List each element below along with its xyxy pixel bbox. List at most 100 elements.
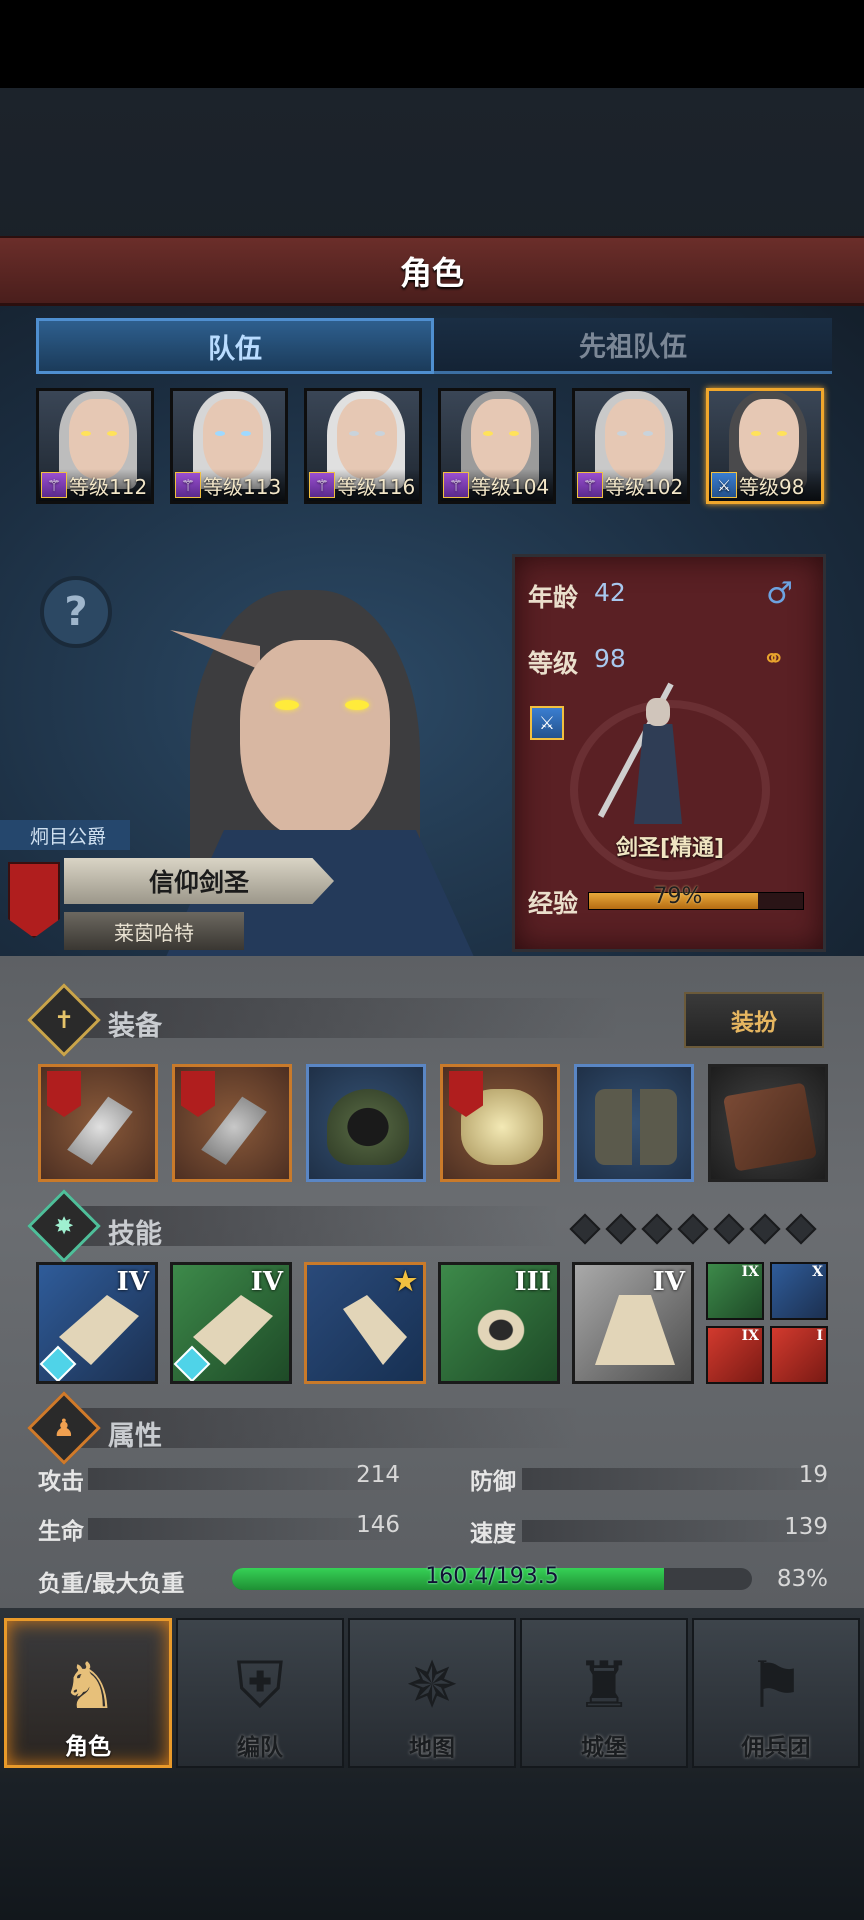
mercenary-icon: ⚑ [747, 1649, 805, 1723]
staff-icon: ⚚ [577, 472, 603, 498]
page-title: 角色 [399, 253, 464, 292]
equipment-label: 装备 [108, 1011, 162, 1042]
nav-character[interactable]: ♞ 角色 [4, 1618, 172, 1768]
wedding-rings-icon[interactable]: ⚭ [762, 642, 785, 675]
defense-label: 防御 [470, 1469, 516, 1495]
eye [215, 431, 225, 436]
nav-label: 角色 [65, 1734, 111, 1760]
passive-skill[interactable]: IX [706, 1326, 764, 1384]
eye [777, 431, 787, 436]
skill-rank: IV [652, 1267, 685, 1297]
roster-portrait[interactable]: ⚚ 等级102 [572, 388, 690, 504]
hero-name: 莱茵哈特 [64, 912, 244, 950]
hood-icon [327, 1089, 409, 1165]
skill-slot[interactable]: ★ [304, 1262, 426, 1384]
equip-slot-weapon[interactable] [172, 1064, 292, 1182]
status-bar [0, 0, 864, 88]
male-icon: ♂ [766, 576, 793, 611]
age-label: 年龄 [528, 583, 579, 612]
face [203, 399, 263, 479]
skill-rank: X [812, 1264, 823, 1280]
face [69, 399, 129, 479]
hero-class-title: 信仰剑圣 [64, 858, 334, 904]
roster-portrait[interactable]: ⚚ 等级113 [170, 388, 288, 504]
roster-level: ⚚ 等级104 [441, 469, 553, 501]
star-icon: ★ [393, 1267, 417, 1297]
nav-formation[interactable]: ⛨ 编队 [176, 1618, 344, 1768]
nav-label: 佣兵团 [741, 1735, 811, 1761]
class-name: 剑圣[精通] [615, 836, 725, 861]
sword-skill-icon [343, 1295, 407, 1365]
compass-icon: ✵ [405, 1649, 459, 1723]
eye [81, 431, 91, 436]
roster-level: ⚚ 等级116 [307, 469, 419, 501]
dress-up-button[interactable]: 装扮 [684, 992, 824, 1048]
nav-label: 地图 [409, 1735, 455, 1761]
skill-slot[interactable]: III [438, 1262, 560, 1384]
figure-head [646, 698, 670, 726]
skill-rank: IV [116, 1267, 149, 1297]
roster-level-text: 等级102 [605, 474, 684, 499]
passive-skill[interactable]: X [770, 1262, 828, 1320]
age-value: 42 [594, 578, 626, 607]
eye [751, 431, 761, 436]
skill-slot[interactable]: IV [572, 1262, 694, 1384]
tab-ancestor-team[interactable]: 先祖队伍 [434, 318, 832, 374]
tab-team[interactable]: 队伍 [36, 318, 434, 374]
attack-value: 214 [356, 1462, 400, 1488]
attack-label: 攻击 [38, 1469, 84, 1495]
sword-icon: ⚔ [530, 706, 564, 740]
eye [241, 431, 251, 436]
roster-level: ⚚ 等级102 [575, 469, 687, 501]
gem-icon [173, 1345, 211, 1381]
formation-icon: ⛨ [236, 1649, 284, 1723]
equip-slot-head[interactable] [306, 1064, 426, 1182]
eye [509, 431, 519, 436]
boots-icon [595, 1089, 677, 1165]
speed-value: 139 [784, 1514, 828, 1540]
level-value: 98 [594, 644, 626, 673]
crystal-skill-icon [595, 1295, 675, 1365]
nav-map[interactable]: ✵ 地图 [348, 1618, 516, 1768]
roster-level-text: 等级112 [69, 474, 148, 499]
gem-icon [39, 1345, 77, 1381]
weight-label: 负重/最大负重 [38, 1571, 185, 1597]
passive-skill[interactable]: IX [706, 1262, 764, 1320]
sweep-skill-icon [193, 1295, 273, 1365]
face [605, 399, 665, 479]
tome-icon [723, 1082, 817, 1172]
class-figure [597, 682, 688, 830]
nav-mercenary[interactable]: ⚑ 佣兵团 [692, 1618, 860, 1768]
slash-skill-icon [59, 1295, 139, 1365]
skill-slot[interactable]: IV [36, 1262, 158, 1384]
heraldic-banner-icon [181, 1071, 215, 1117]
hero-face [240, 640, 390, 840]
eye [483, 431, 493, 436]
exp-label: 经验 [528, 889, 579, 918]
sword-icon: ⚔ [711, 472, 737, 498]
target-skill-icon [461, 1295, 541, 1365]
equip-slot-accessory[interactable] [708, 1064, 828, 1182]
roster-portrait[interactable]: ⚚ 等级112 [36, 388, 154, 504]
passive-skill[interactable]: I [770, 1326, 828, 1384]
equip-slot-boots[interactable] [574, 1064, 694, 1182]
hero-eye [275, 700, 299, 710]
eye [107, 431, 117, 436]
hero-noble-title: 炯目公爵 [0, 820, 130, 850]
skill-slot[interactable]: IV [170, 1262, 292, 1384]
level-label: 等级 [528, 649, 579, 678]
equip-slot-armor[interactable] [440, 1064, 560, 1182]
exp-percent: 79% [653, 884, 703, 909]
roster-portrait[interactable]: ⚚ 等级116 [304, 388, 422, 504]
nav-castle[interactable]: ♜ 城堡 [520, 1618, 688, 1768]
equip-slot-weapon[interactable] [38, 1064, 158, 1182]
face [337, 399, 397, 479]
help-icon[interactable]: ? [40, 576, 112, 648]
roster-portrait[interactable]: ⚚ 等级104 [438, 388, 556, 504]
roster-portrait-selected[interactable]: ⚔ 等级98 [706, 388, 824, 504]
speed-label: 速度 [470, 1521, 516, 1547]
nav-label: 编队 [237, 1735, 283, 1761]
hp-value: 146 [356, 1512, 400, 1538]
attributes-label: 属性 [108, 1421, 162, 1452]
knight-icon: ♞ [60, 1650, 118, 1724]
